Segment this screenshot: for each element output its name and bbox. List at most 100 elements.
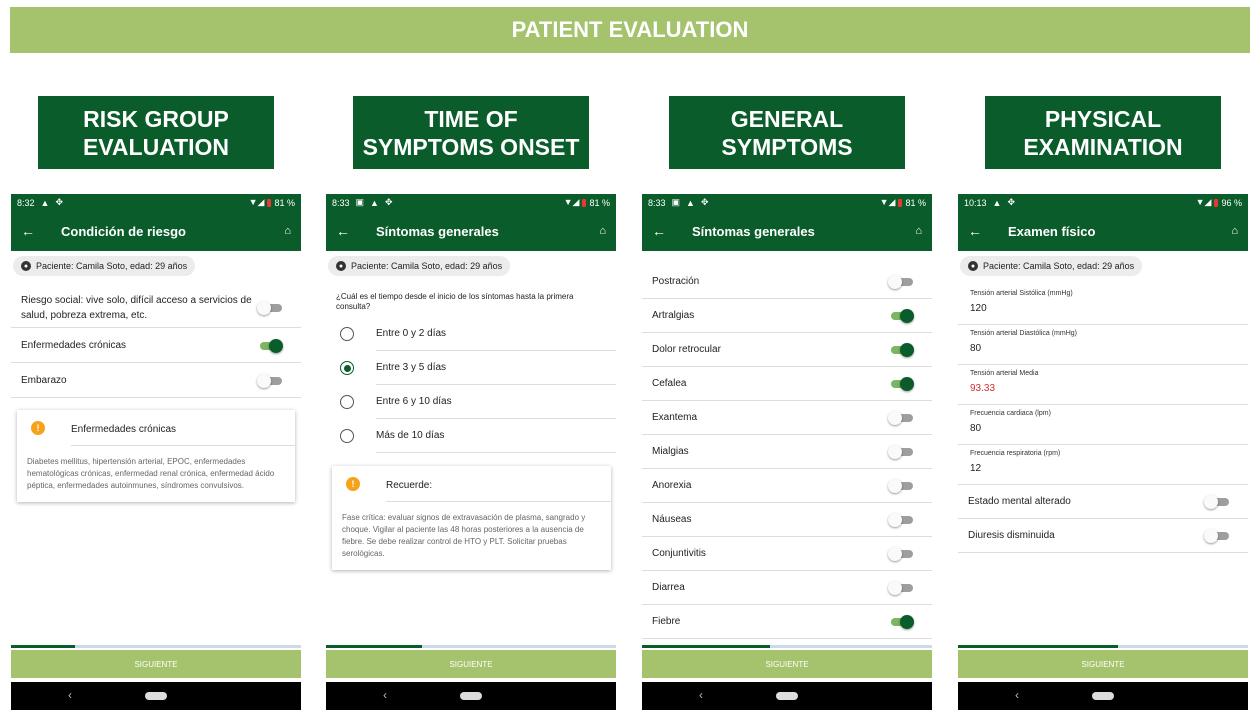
next-button[interactable]: SIGUIENTE [11, 650, 301, 678]
toggle-label: Conjuntivitis [652, 548, 706, 559]
radio-option[interactable]: Más de 10 días [340, 419, 616, 453]
toggle-row[interactable]: Anorexia [642, 469, 932, 503]
section-label-line: GENERAL [730, 105, 844, 132]
toggle-row[interactable]: Riesgo social: vive solo, difícil acceso… [11, 288, 301, 328]
toggle-switch[interactable] [888, 614, 914, 629]
info-card: ! Enfermedades crónicas Diabetes mellitu… [17, 410, 295, 502]
section-label-line: RISK GROUP [83, 105, 229, 132]
radio-button[interactable] [340, 361, 354, 375]
toggle-row[interactable]: Artralgias [642, 299, 932, 333]
toggle-label: Postración [652, 276, 700, 287]
vital-field[interactable]: Tensión arterial Sistólica (mmHg) 120 [958, 285, 1248, 325]
toggle-switch[interactable] [257, 300, 283, 315]
nav-home-pill[interactable] [1092, 692, 1114, 700]
toggle-switch[interactable] [888, 308, 914, 323]
nav-back-icon[interactable]: ‹ [383, 688, 387, 702]
field-label: Tensión arterial Diastólica (mmHg) [970, 330, 1077, 337]
nav-back-icon[interactable]: ‹ [699, 688, 703, 702]
field-value[interactable]: 80 [970, 423, 1248, 434]
progress-bar [11, 645, 301, 648]
screen-title: Síntomas generales [692, 223, 815, 239]
toggle-switch[interactable] [888, 512, 914, 527]
field-value[interactable]: 93.33 [970, 383, 1248, 394]
radio-option[interactable]: Entre 0 y 2 días [340, 317, 616, 351]
toggle-label: Estado mental alterado [968, 496, 1071, 507]
home-icon[interactable]: ⌂ [599, 225, 606, 237]
field-value[interactable]: 120 [970, 303, 1248, 314]
toggle-switch[interactable] [1204, 528, 1230, 543]
nav-back-icon[interactable]: ‹ [68, 688, 72, 702]
person-icon: ● [21, 261, 31, 271]
wifi-icon: ▼◢ [248, 197, 265, 207]
toggle-switch[interactable] [257, 338, 283, 353]
vital-field[interactable]: Frecuencia respiratoria (rpm) 12 [958, 445, 1248, 485]
nav-home-pill[interactable] [145, 692, 167, 700]
toggle-row[interactable]: Fiebre [642, 605, 932, 639]
section-label-risk: RISK GROUP EVALUATION [38, 96, 274, 169]
toggle-switch[interactable] [888, 546, 914, 561]
vital-field[interactable]: Frecuencia cardiaca (lpm) 80 [958, 405, 1248, 445]
toggle-row[interactable]: Náuseas [642, 503, 932, 537]
radio-option[interactable]: Entre 6 y 10 días [340, 385, 616, 419]
toggle-row[interactable]: Diarrea [642, 571, 932, 605]
toggle-row[interactable]: Exantema [642, 401, 932, 435]
home-icon[interactable]: ⌂ [915, 225, 922, 237]
field-label: Tensión arterial Media [970, 370, 1039, 377]
toggle-row[interactable]: Diuresis disminuida [958, 519, 1248, 553]
back-arrow-icon[interactable]: ← [336, 223, 366, 239]
toggle-row[interactable]: Cefalea [642, 367, 932, 401]
section-label-physical: PHYSICAL EXAMINATION [985, 96, 1221, 169]
phone-symptoms: 8:33 ▣ ▲ ✥ ▼◢ 81 % ← Síntomas generales ⌂ Po… [642, 194, 932, 710]
toggle-switch[interactable] [888, 444, 914, 459]
info-card: ! Recuerde: Fase crítica: evaluar signos… [332, 466, 611, 570]
section-label-onset: TIME OF SYMPTOMS ONSET [353, 96, 589, 169]
nav-home-pill[interactable] [460, 692, 482, 700]
progress-bar [642, 645, 932, 648]
person-icon: ● [336, 261, 346, 271]
toggle-row[interactable]: Embarazo [11, 364, 301, 398]
field-label: Frecuencia cardiaca (lpm) [970, 410, 1051, 417]
field-value[interactable]: 12 [970, 463, 1248, 474]
toggle-row[interactable]: Postración [642, 265, 932, 299]
next-button[interactable]: SIGUIENTE [642, 650, 932, 678]
toggle-row[interactable]: Dolor retrocular [642, 333, 932, 367]
nav-back-icon[interactable]: ‹ [1015, 688, 1019, 702]
toggle-switch[interactable] [888, 580, 914, 595]
radio-button[interactable] [340, 429, 354, 443]
page-banner: PATIENT EVALUATION [10, 7, 1250, 53]
radio-button[interactable] [340, 327, 354, 341]
radio-option[interactable]: Entre 3 y 5 días [340, 351, 616, 385]
vital-field[interactable]: Tensión arterial Media 93.33 [958, 365, 1248, 405]
toggle-switch[interactable] [257, 373, 283, 388]
back-arrow-icon[interactable]: ← [21, 223, 51, 239]
toggle-label: Fiebre [652, 616, 681, 627]
back-arrow-icon[interactable]: ← [968, 223, 998, 239]
battery-icon [898, 198, 903, 207]
radio-button[interactable] [340, 395, 354, 409]
image-icon: ▣ [355, 197, 365, 207]
toggle-switch[interactable] [1204, 494, 1230, 509]
toggle-switch[interactable] [888, 376, 914, 391]
toggle-label: Embarazo [21, 375, 67, 386]
next-button[interactable]: SIGUIENTE [326, 650, 616, 678]
toggle-row[interactable]: Enfermedades crónicas [11, 329, 301, 363]
toggle-switch[interactable] [888, 342, 914, 357]
clock: 10:13 [964, 197, 987, 208]
battery-level: 81 % [905, 197, 926, 208]
home-icon[interactable]: ⌂ [284, 225, 291, 237]
next-button[interactable]: SIGUIENTE [958, 650, 1248, 678]
toggle-row[interactable]: Conjuntivitis [642, 537, 932, 571]
toggle-row[interactable]: Mialgias [642, 435, 932, 469]
battery-icon [1214, 198, 1219, 207]
card-title: Recuerde: [386, 480, 433, 491]
battery-level: 81 % [589, 197, 610, 208]
vital-field[interactable]: Tensión arterial Diastólica (mmHg) 80 [958, 325, 1248, 365]
back-arrow-icon[interactable]: ← [652, 223, 682, 239]
toggle-row[interactable]: Estado mental alterado [958, 485, 1248, 519]
toggle-switch[interactable] [888, 274, 914, 289]
home-icon[interactable]: ⌂ [1231, 225, 1238, 237]
field-value[interactable]: 80 [970, 343, 1248, 354]
toggle-switch[interactable] [888, 478, 914, 493]
toggle-switch[interactable] [888, 410, 914, 425]
nav-home-pill[interactable] [776, 692, 798, 700]
